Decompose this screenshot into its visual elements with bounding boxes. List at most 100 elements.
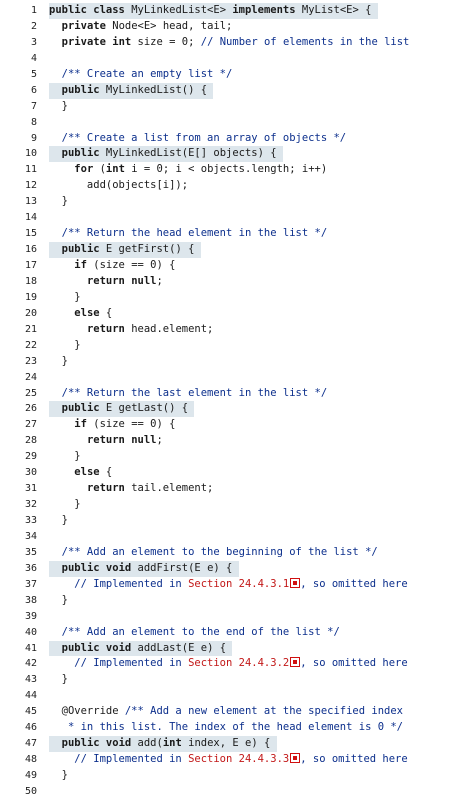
line-number: 20 [24, 307, 37, 319]
code-segment: private int size = 0; [61, 35, 201, 48]
line-number: 14 [24, 212, 37, 224]
line-number: 22 [24, 339, 37, 351]
code-segment: else { [74, 466, 113, 479]
code-line: 1 public class MyLinkedList<E> implements… [0, 3, 474, 19]
code-line: 31 return tail.element; [0, 481, 474, 497]
section-link[interactable]: Section 24.4.3.1 [188, 578, 289, 590]
code-comment: // Implemented in [49, 657, 189, 670]
line-number: 6 [30, 84, 37, 96]
line-number: 34 [24, 530, 37, 542]
code-text: } [49, 290, 80, 306]
code-text: // Implemented in Section 24.4.3.2 , so o… [49, 656, 408, 672]
code-text: // Implemented in Section 24.4.3.1 , so o… [49, 577, 408, 593]
code-line: 44 [0, 688, 474, 704]
code-text: else { [49, 465, 112, 481]
line-number: 5 [30, 68, 37, 80]
line-number: 19 [24, 291, 37, 303]
line-number: 46 [24, 722, 37, 734]
code-text: return null; [49, 433, 163, 449]
highlighted-code-text: public void addLast(E e) { [49, 640, 233, 657]
code-text: @Override /** Add a new element at the s… [49, 704, 403, 720]
code-text: } [49, 497, 81, 513]
code-line: 41 public void addLast(E e) { [0, 640, 474, 657]
code-text: /** Return the last element in the list … [49, 386, 328, 402]
line-number: 4 [30, 52, 37, 64]
code-text: } [49, 513, 68, 529]
code-text: return null; [49, 274, 163, 290]
code-segment: private Node<E> head, tail; [61, 19, 233, 32]
code-text: /** Create an empty list */ [49, 67, 233, 83]
code-line: 38 } [0, 593, 474, 609]
code-line: 33 } [0, 513, 474, 529]
external-link-icon[interactable] [290, 657, 301, 668]
code-line: 36 public void addFirst(E e) { [0, 560, 474, 577]
code-comment: // Implemented in [49, 577, 189, 590]
code-line: 46 * in this list. The index of the head… [0, 720, 474, 736]
line-number: 12 [24, 180, 37, 192]
code-segment: public class MyLinkedList<E> implements … [49, 4, 372, 16]
code-line: 8 [0, 115, 474, 131]
line-number: 40 [24, 626, 37, 638]
external-link-icon[interactable] [290, 577, 301, 588]
code-segment: public void addLast(E e) { [61, 641, 227, 654]
code-line: 32 } [0, 497, 474, 513]
code-line: 16 public E getFirst() { [0, 242, 474, 259]
code-segment: } [49, 673, 68, 686]
code-line: 48 // Implemented in Section 24.4.3.3 , s… [0, 752, 474, 768]
code-line: 29 } [0, 449, 474, 465]
code-line: 24 [0, 370, 474, 386]
section-link[interactable]: Section 24.4.3.2 [188, 657, 289, 669]
code-text: } [49, 768, 68, 784]
code-line: 10 public MyLinkedList(E[] objects) { [0, 146, 474, 163]
line-number: 38 [24, 594, 37, 606]
line-number: 7 [30, 100, 37, 112]
code-line: 45 @Override /** Add a new element at th… [0, 704, 474, 720]
line-number: 15 [24, 228, 37, 240]
code-segment: for (int i = 0; i < objects.length; i++) [74, 163, 328, 176]
code-text: } [49, 194, 68, 210]
code-line: 14 [0, 210, 474, 226]
code-comment: /** Add an element to the end of the lis… [49, 625, 340, 638]
code-comment: // Implemented in [49, 753, 189, 766]
external-link-icon[interactable] [290, 753, 301, 764]
code-line: 12 add(objects[i]); [0, 178, 474, 194]
code-line: 28 return null; [0, 433, 474, 449]
line-number: 2 [30, 20, 37, 32]
code-line: 11 for (int i = 0; i < objects.length; i… [0, 162, 474, 178]
code-line: 23 } [0, 354, 474, 370]
code-text: * in this list. The index of the head el… [49, 720, 403, 736]
line-number: 13 [24, 196, 37, 208]
code-line: 6 public MyLinkedList() { [0, 82, 474, 99]
line-number: 28 [24, 435, 37, 447]
code-line: 15 /** Return the head element in the li… [0, 226, 474, 242]
code-text: } [49, 354, 68, 370]
code-line: 17 if (size == 0) { [0, 258, 474, 274]
line-number: 8 [30, 116, 37, 128]
code-text: /** Create a list from an array of objec… [49, 131, 346, 147]
code-text: else { [49, 306, 112, 322]
code-comment: , so omitted here [300, 577, 408, 590]
code-segment: public MyLinkedList(E[] objects) { [61, 147, 277, 160]
code-comment: /** Return the last element in the list … [49, 386, 328, 399]
line-number: 17 [24, 260, 37, 271]
code-segment: return null; [86, 434, 163, 447]
line-number: 18 [24, 275, 37, 287]
line-number: 29 [24, 451, 37, 463]
code-comment: * in this list. The index of the head el… [49, 721, 404, 734]
line-number: 41 [24, 642, 37, 654]
line-number: 42 [24, 658, 37, 670]
line-number: 44 [24, 690, 37, 702]
line-number: 31 [24, 483, 37, 495]
line-number: 43 [24, 674, 37, 686]
code-text: // Implemented in Section 24.4.3.3 , so o… [49, 752, 408, 768]
section-link[interactable]: Section 24.4.3.3 [188, 753, 289, 765]
code-listing: 1 public class MyLinkedList<E> implements… [0, 3, 474, 800]
code-line: 22 } [0, 338, 474, 354]
code-segment: public void addFirst(E e) { [61, 561, 233, 574]
code-line: 27 if (size == 0) { [0, 417, 474, 433]
code-comment: /** Create an empty list */ [49, 67, 233, 80]
code-segment: } [49, 498, 81, 511]
highlighted-code-text: public E getFirst() { [49, 242, 201, 259]
code-line: 20 else { [0, 306, 474, 322]
code-comment: /** Return the head element in the list … [49, 227, 328, 240]
